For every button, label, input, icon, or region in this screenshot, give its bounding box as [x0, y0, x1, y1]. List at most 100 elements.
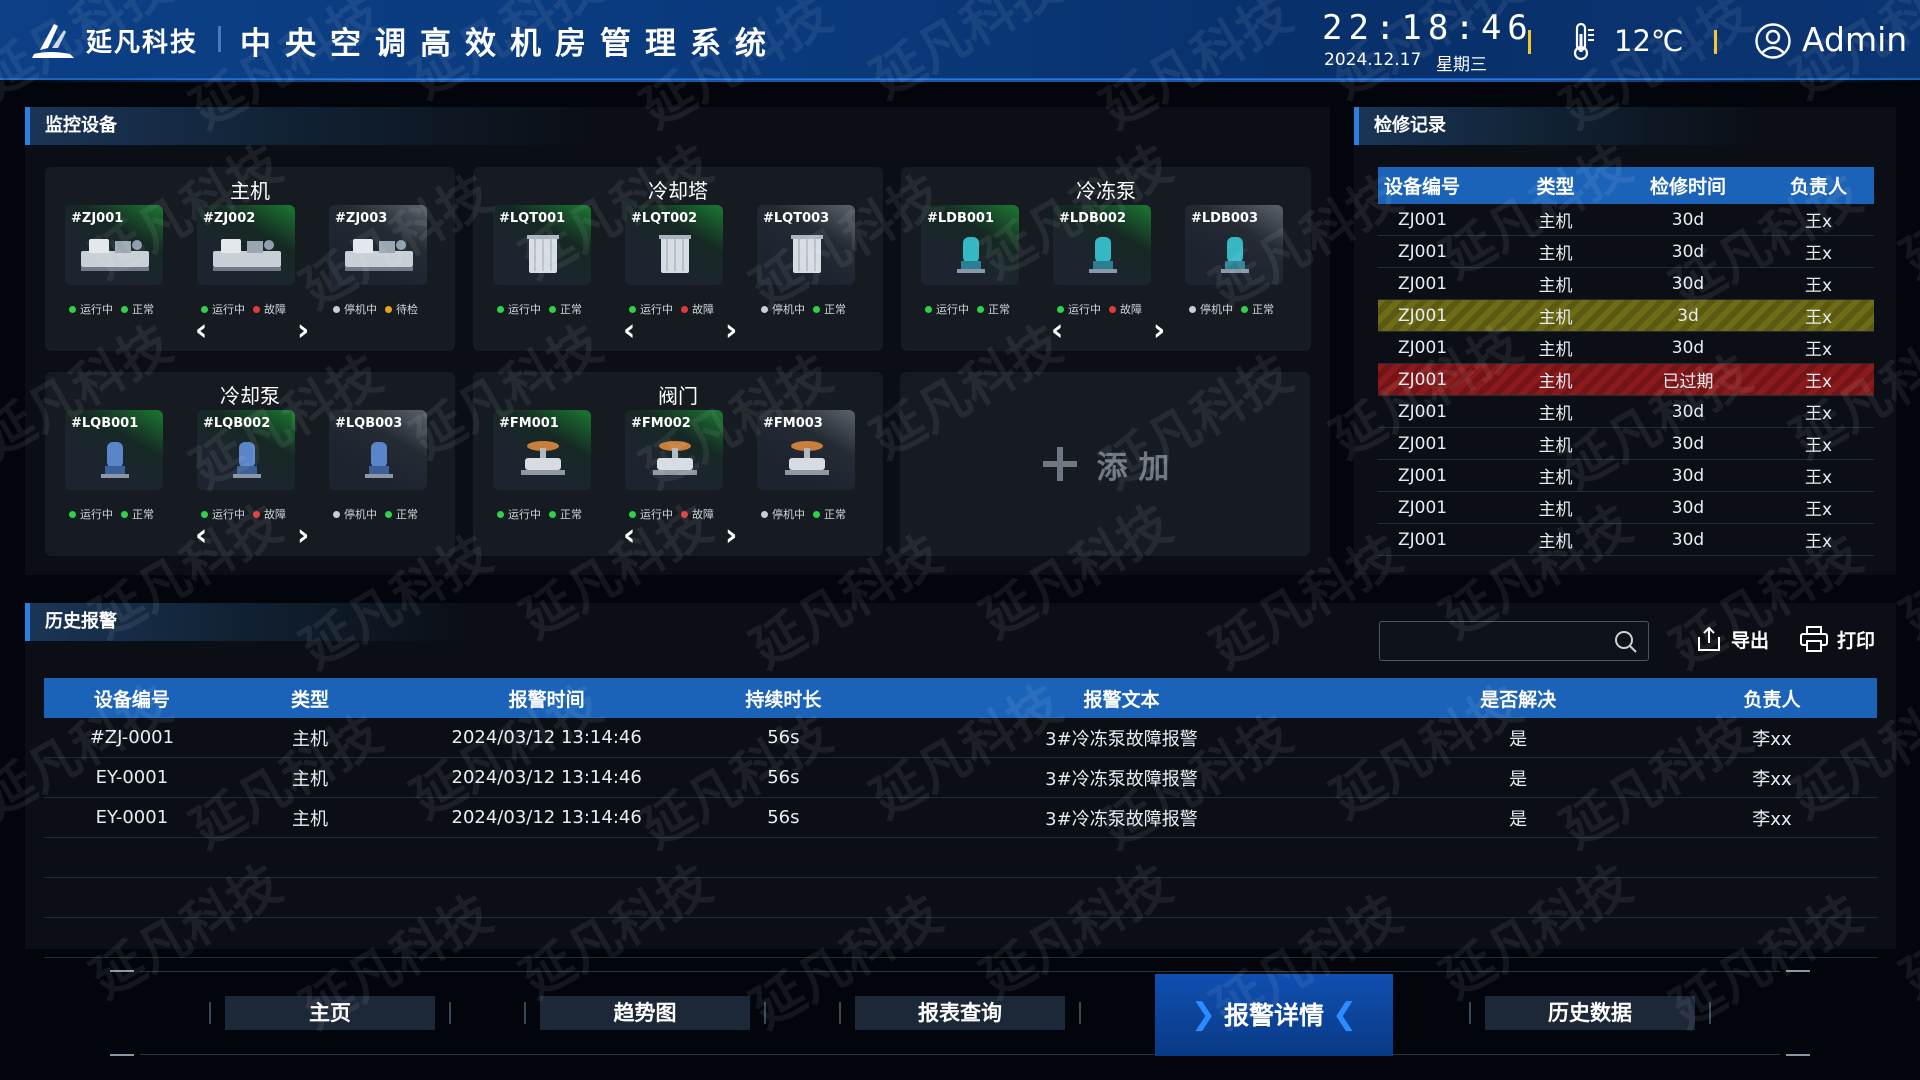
next-page-chevron-icon[interactable]: ›: [725, 518, 737, 553]
device-id: #FM001: [499, 416, 559, 431]
maintenance-cell: 主机: [1538, 276, 1573, 296]
maintenance-row[interactable]: ZJ001 主机 30d 王x: [1378, 524, 1874, 556]
maintenance-cell: 主机: [1538, 500, 1573, 520]
alarm-cell: 主机: [291, 768, 328, 790]
device-pump-teal-icon: [1063, 231, 1143, 277]
run-status: 停机中: [761, 301, 805, 317]
export-label: 导出: [1731, 629, 1770, 652]
health-status: 正常: [549, 506, 582, 522]
device-tower-icon: [503, 231, 583, 277]
maintenance-cell: ZJ001: [1398, 305, 1448, 326]
alarm-row[interactable]: #ZJ-0001 主机 2024/03/12 13:14:46 56s 3#冷冻泵故障报…: [44, 718, 1877, 758]
alarm-col-header: 是否解决: [1480, 688, 1557, 711]
health-status: 故障: [681, 301, 714, 317]
prev-page-chevron-icon[interactable]: ‹: [623, 313, 635, 348]
maintenance-row[interactable]: ZJ001 主机 30d 王x: [1378, 204, 1874, 236]
clock-time: 22:18:46: [1322, 8, 1534, 48]
alarm-search-input[interactable]: [1380, 622, 1600, 660]
maintenance-row[interactable]: ZJ001 主机 30d 王x: [1378, 236, 1874, 268]
health-status-dot: [385, 305, 392, 313]
health-status-label: 正常: [824, 303, 846, 316]
device-tile[interactable]: #LQT003: [757, 205, 855, 285]
prev-page-chevron-icon[interactable]: ‹: [195, 313, 207, 348]
nav-tab[interactable]: ❯ 报警详情 ❮: [1155, 974, 1393, 1056]
maintenance-row[interactable]: ZJ001 主机 30d 王x: [1378, 428, 1874, 460]
device-pump-teal-icon: [1195, 231, 1275, 277]
device-tile[interactable]: #FM002: [625, 410, 723, 490]
device-tile[interactable]: #LDB001: [921, 205, 1019, 285]
clock-weekday: 星期三: [1436, 55, 1487, 75]
alarm-row[interactable]: EY-0001 主机 2024/03/12 13:14:46 56s 3#冷冻泵故障报警…: [44, 758, 1877, 798]
run-status: 运行中: [201, 301, 245, 317]
device-tile[interactable]: #ZJ003: [329, 205, 427, 285]
print-button[interactable]: 打印: [1799, 625, 1875, 653]
device-tile[interactable]: #LDB002: [1053, 205, 1151, 285]
run-status-dot: [1057, 305, 1064, 313]
device-status-row: 运行中 故障: [629, 301, 714, 317]
health-status-dot: [549, 305, 556, 313]
maintenance-cell: 30d: [1671, 337, 1705, 358]
device-tile[interactable]: #FM001: [493, 410, 591, 490]
maintenance-row[interactable]: ZJ001 主机 30d 王x: [1378, 492, 1874, 524]
maintenance-row[interactable]: ZJ001 主机 30d 王x: [1378, 268, 1874, 300]
device-tile[interactable]: #FM003: [757, 410, 855, 490]
health-status-label: 正常: [560, 303, 582, 316]
user-avatar-icon[interactable]: [1754, 22, 1792, 60]
health-status-dot: [253, 510, 260, 518]
next-page-chevron-icon[interactable]: ›: [297, 518, 309, 553]
alarm-cell: 主机: [291, 808, 328, 830]
prev-page-chevron-icon[interactable]: ‹: [623, 518, 635, 553]
device-tile[interactable]: #LQB002: [197, 410, 295, 490]
add-device-card[interactable]: 添 加: [900, 372, 1310, 556]
nav-tab-label: 趋势图: [613, 1001, 677, 1025]
device-tile[interactable]: #ZJ002: [197, 205, 295, 285]
device-chiller-icon: [75, 231, 155, 277]
alarm-row[interactable]: EY-0001 主机 2024/03/12 13:14:46 56s 3#冷冻泵故障报警…: [44, 798, 1877, 838]
prev-page-chevron-icon[interactable]: ‹: [195, 518, 207, 553]
device-tile[interactable]: #LQB001: [65, 410, 163, 490]
device-tile[interactable]: #ZJ001: [65, 205, 163, 285]
maintenance-row[interactable]: ZJ001 主机 30d 王x: [1378, 460, 1874, 492]
maintenance-panel-title: 检修记录: [1354, 107, 1754, 145]
maintenance-row[interactable]: ZJ001 主机 已过期 王x: [1378, 364, 1874, 396]
device-tile[interactable]: #LQB003: [329, 410, 427, 490]
nav-tab[interactable]: 历史数据: [1469, 996, 1711, 1030]
run-status-label: 运行中: [212, 508, 245, 521]
maintenance-row[interactable]: ZJ001 主机 30d 王x: [1378, 396, 1874, 428]
maintenance-cell: 主机: [1538, 404, 1573, 424]
header-divider-yellow: [1714, 30, 1717, 54]
nav-tab[interactable]: 报表查询: [839, 996, 1081, 1030]
nav-tab[interactable]: 趋势图: [524, 996, 766, 1030]
next-page-chevron-icon[interactable]: ›: [725, 313, 737, 348]
maintenance-cell: 30d: [1671, 465, 1705, 486]
device-tile[interactable]: #LQT001: [493, 205, 591, 285]
alarm-search-box[interactable]: [1379, 621, 1649, 661]
alarm-cell: 是: [1509, 768, 1528, 790]
maintenance-cell: 主机: [1538, 372, 1573, 392]
next-page-chevron-icon[interactable]: ›: [297, 313, 309, 348]
run-status-dot: [497, 510, 504, 518]
maintenance-cell: 王x: [1804, 500, 1833, 520]
user-name[interactable]: Admin: [1802, 20, 1907, 59]
health-status-label: 正常: [988, 303, 1010, 316]
device-tile[interactable]: #LDB003: [1185, 205, 1283, 285]
maintenance-cell: 主机: [1538, 436, 1573, 456]
nav-tab[interactable]: 主页: [209, 996, 451, 1030]
run-status-dot: [761, 510, 768, 518]
alarm-cell: EY-0001: [95, 807, 169, 828]
next-page-chevron-icon[interactable]: ›: [1153, 313, 1165, 348]
export-button[interactable]: 导出: [1695, 625, 1769, 653]
alarm-cell: 2024/03/12 13:14:46: [451, 727, 642, 748]
maintenance-row[interactable]: ZJ001 主机 30d 王x: [1378, 332, 1874, 364]
nav-separator: [839, 1002, 841, 1024]
maintenance-cell: ZJ001: [1398, 497, 1448, 518]
device-group-card: 冷却塔 #LQT001 运行中 正常 #LQT002 运行中 故障 #LQT003 停机中 正常 ‹…: [473, 167, 883, 351]
device-tile[interactable]: #LQT002: [625, 205, 723, 285]
alarm-col-header: 设备编号: [93, 688, 170, 711]
prev-page-chevron-icon[interactable]: ‹: [1051, 313, 1063, 348]
run-status-dot: [333, 510, 340, 518]
search-icon[interactable]: [1614, 630, 1638, 654]
nav-tab-label: 主页: [309, 1001, 351, 1025]
device-id: #FM002: [631, 416, 691, 431]
maintenance-row[interactable]: ZJ001 主机 3d 王x: [1378, 300, 1874, 332]
